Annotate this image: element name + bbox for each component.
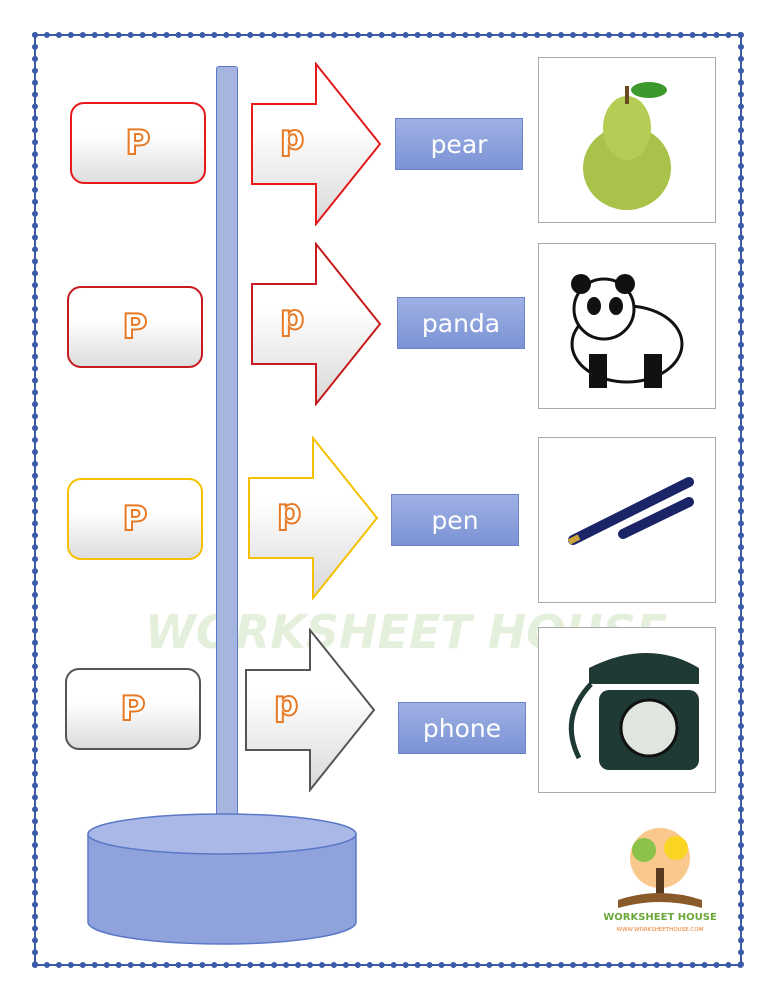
base-cylinder <box>87 813 357 945</box>
uppercase-box-pen: P <box>67 478 203 560</box>
uppercase-box-phone: P <box>65 668 201 750</box>
pole <box>216 66 238 818</box>
logo: WORKSHEET HOUSE WWW.WORKSHEETHOUSE.COM <box>604 828 716 933</box>
uppercase-box-panda: P <box>67 286 203 368</box>
uppercase-letter: P <box>125 122 152 164</box>
uppercase-box-pear: P <box>70 102 206 184</box>
word-label-pen: pen <box>391 494 519 546</box>
uppercase-letter: P <box>122 306 149 348</box>
logo-name: WORKSHEET HOUSE <box>604 912 716 923</box>
word-label-pear: pear <box>395 118 523 170</box>
lowercase-letter: p <box>279 117 305 159</box>
lowercase-letter: p <box>273 683 299 725</box>
uppercase-letter: P <box>122 498 149 540</box>
lowercase-letter: p <box>276 491 302 533</box>
arrow-phone: p <box>244 628 378 792</box>
word-label-phone: phone <box>398 702 526 754</box>
arrow-pen: p <box>247 436 381 600</box>
logo-url: WWW.WORKSHEETHOUSE.COM <box>617 927 704 933</box>
lowercase-letter: p <box>279 297 305 339</box>
rotary-phone-image <box>538 627 716 793</box>
uppercase-letter: P <box>120 688 147 730</box>
arrow-panda: p <box>250 242 384 406</box>
word-label-panda: panda <box>397 297 525 349</box>
pear-image <box>538 57 716 223</box>
fountain-pen-image <box>538 437 716 603</box>
arrow-pear: p <box>250 62 384 226</box>
panda-image <box>538 243 716 409</box>
